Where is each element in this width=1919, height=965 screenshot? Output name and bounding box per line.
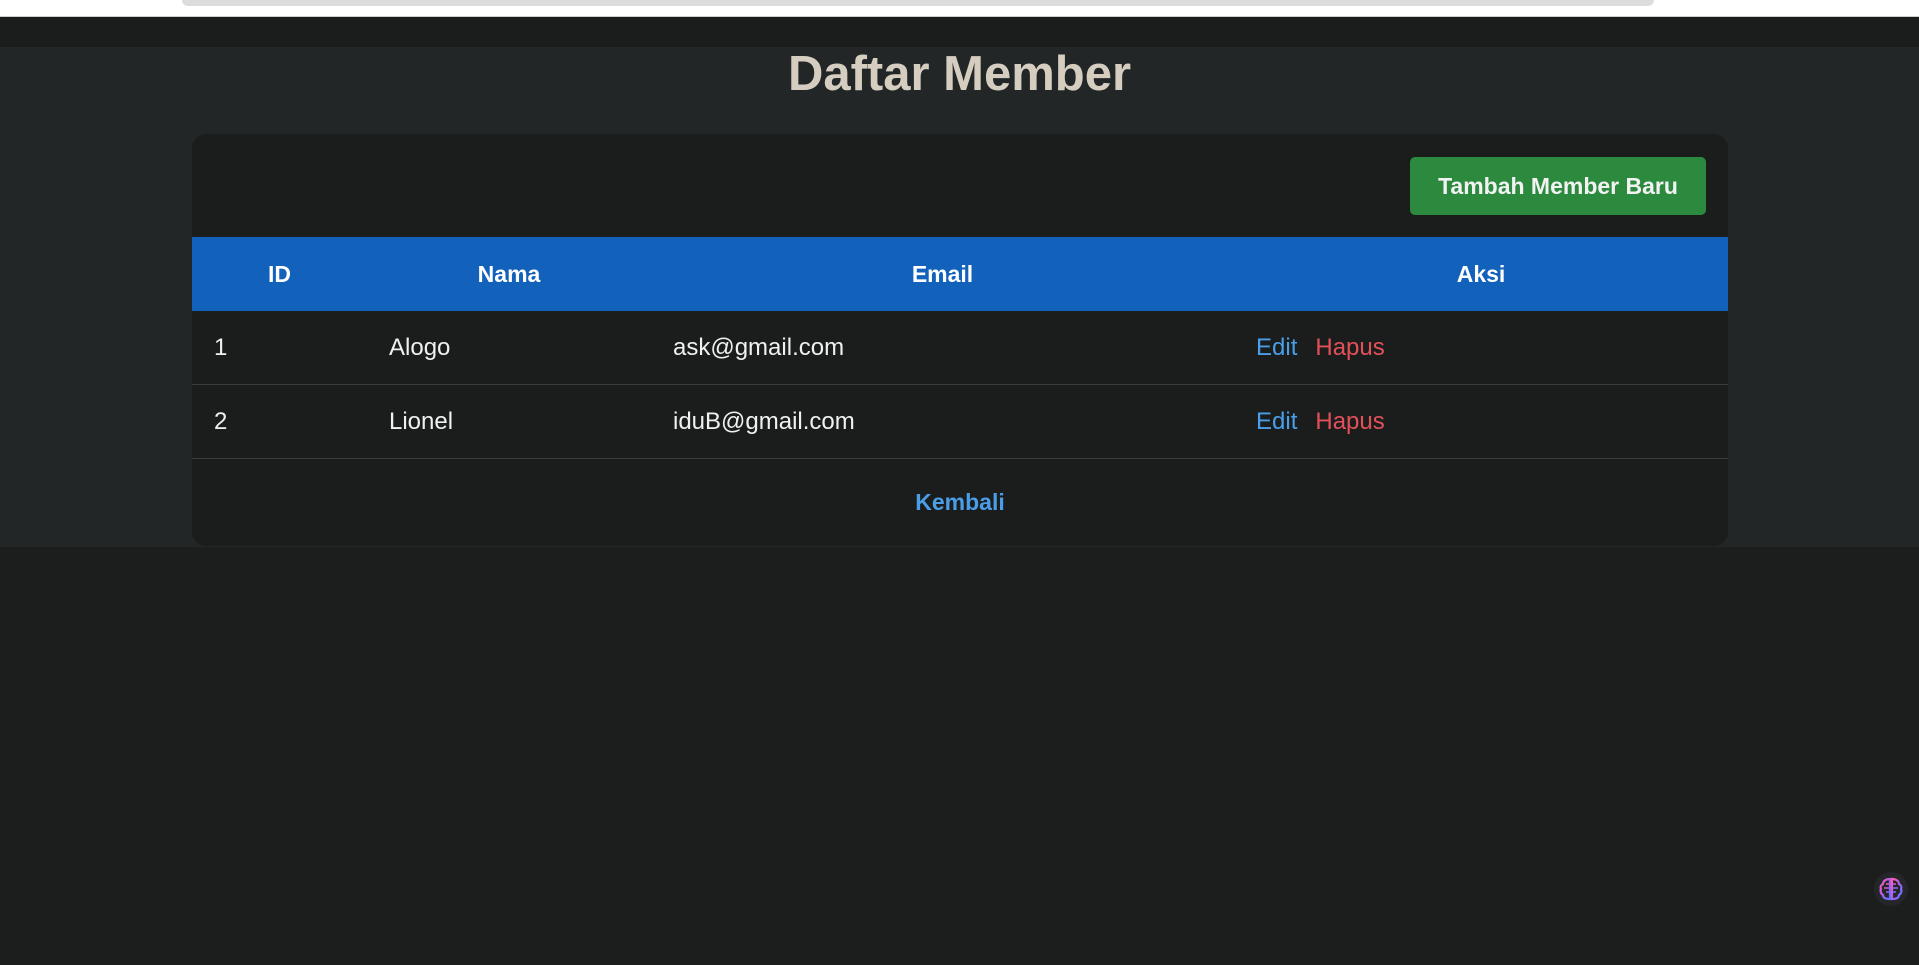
member-card: Tambah Member Baru ID Nama Email Aksi 1 … — [192, 134, 1728, 546]
edit-link[interactable]: Edit — [1256, 334, 1297, 361]
delete-link[interactable]: Hapus — [1315, 408, 1384, 435]
back-link[interactable]: Kembali — [192, 489, 1728, 516]
column-header-nama: Nama — [367, 237, 651, 311]
column-header-aksi: Aksi — [1234, 237, 1728, 311]
table-header-row: ID Nama Email Aksi — [192, 237, 1728, 311]
cell-id: 1 — [192, 311, 367, 385]
member-table: ID Nama Email Aksi 1 Alogo ask@gmail.com… — [192, 237, 1728, 459]
cell-email: iduB@gmail.com — [651, 384, 1234, 459]
cell-actions: Edit Hapus — [1234, 311, 1728, 385]
column-header-id: ID — [192, 237, 367, 311]
cell-nama: Alogo — [367, 311, 651, 385]
page-container: Daftar Member Tambah Member Baru ID Nama… — [0, 47, 1919, 547]
delete-link[interactable]: Hapus — [1315, 334, 1384, 361]
cell-id: 2 — [192, 384, 367, 459]
table-row: 1 Alogo ask@gmail.com Edit Hapus — [192, 311, 1728, 385]
edit-link[interactable]: Edit — [1256, 408, 1297, 435]
add-member-button[interactable]: Tambah Member Baru — [1410, 157, 1706, 215]
column-header-email: Email — [651, 237, 1234, 311]
top-bar — [0, 17, 1919, 47]
browser-chrome — [0, 0, 1919, 17]
table-row: 2 Lionel iduB@gmail.com Edit Hapus — [192, 384, 1728, 459]
cell-email: ask@gmail.com — [651, 311, 1234, 385]
cell-nama: Lionel — [367, 384, 651, 459]
page-title: Daftar Member — [787, 47, 1132, 101]
brain-icon-svg — [1879, 877, 1903, 901]
brain-icon[interactable] — [1874, 872, 1908, 906]
browser-scrollbar[interactable] — [182, 0, 1654, 6]
cell-actions: Edit Hapus — [1234, 384, 1728, 459]
